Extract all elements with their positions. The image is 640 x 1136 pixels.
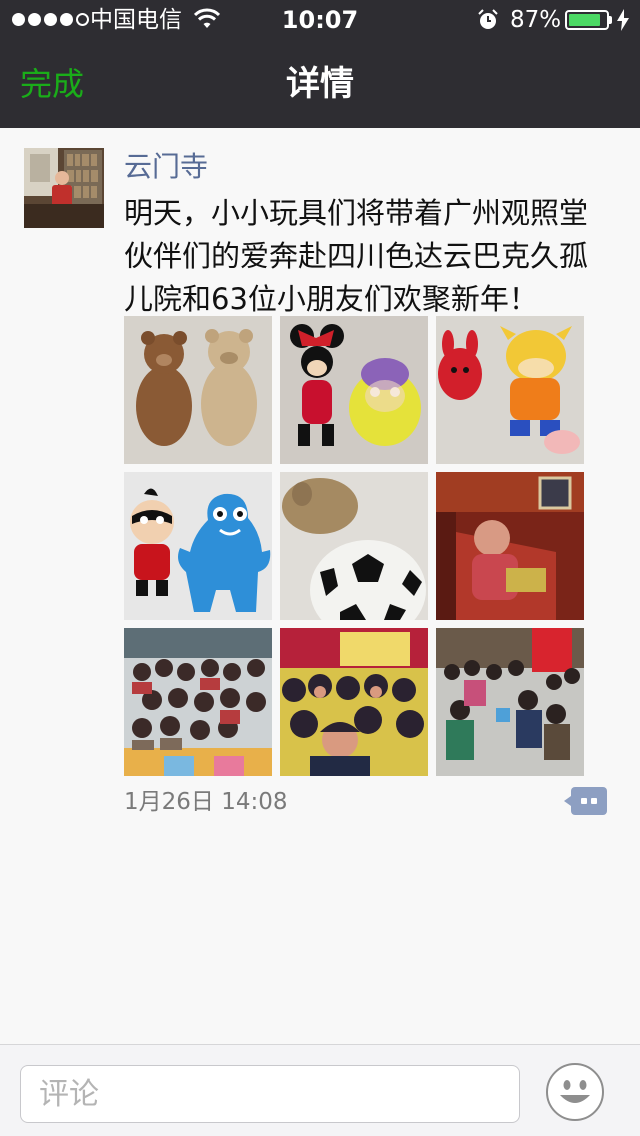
battery-percent: 87% — [510, 7, 562, 33]
username-link[interactable]: 云门寺 — [124, 148, 208, 186]
photo-grid — [124, 316, 584, 776]
battery-level — [569, 14, 601, 26]
charging-bolt-icon — [617, 9, 629, 31]
battery-icon — [565, 10, 609, 30]
post-text: 明天，小小玩具们将带着广州观照堂伙伴们的爱奔赴四川色达云巴克久孤儿院和63位小朋… — [124, 196, 589, 316]
photo-thumbnail-7[interactable] — [124, 628, 272, 776]
comment-input[interactable] — [20, 1065, 520, 1123]
post-timestamp: 1月26日 14:08 — [124, 789, 288, 815]
photo-thumbnail-6[interactable] — [436, 472, 584, 620]
avatar[interactable] — [24, 148, 104, 228]
comment-bar — [0, 1044, 640, 1136]
smiley-icon — [560, 1080, 590, 1103]
photo-thumbnail-3[interactable] — [436, 316, 584, 464]
top-bar: 中国电信 10:07 87% 完成 详情 — [0, 0, 640, 128]
photo-thumbnail-1[interactable] — [124, 316, 272, 464]
photo-thumbnail-4[interactable] — [124, 472, 272, 620]
photo-thumbnail-5[interactable] — [280, 472, 428, 620]
comment-action-button[interactable] — [564, 787, 607, 815]
emoji-button[interactable] — [546, 1063, 604, 1121]
photo-thumbnail-8[interactable] — [280, 628, 428, 776]
page-title: 详情 — [286, 64, 354, 104]
status-bar: 中国电信 10:07 87% — [0, 0, 640, 40]
alarm-icon — [478, 9, 498, 29]
photo-thumbnail-9[interactable] — [436, 628, 584, 776]
photo-thumbnail-2[interactable] — [280, 316, 428, 464]
moments-detail-screen: 中国电信 10:07 87% 完成 详情 云门寺 明天，小小玩具们将带着广州观照… — [0, 0, 640, 1136]
